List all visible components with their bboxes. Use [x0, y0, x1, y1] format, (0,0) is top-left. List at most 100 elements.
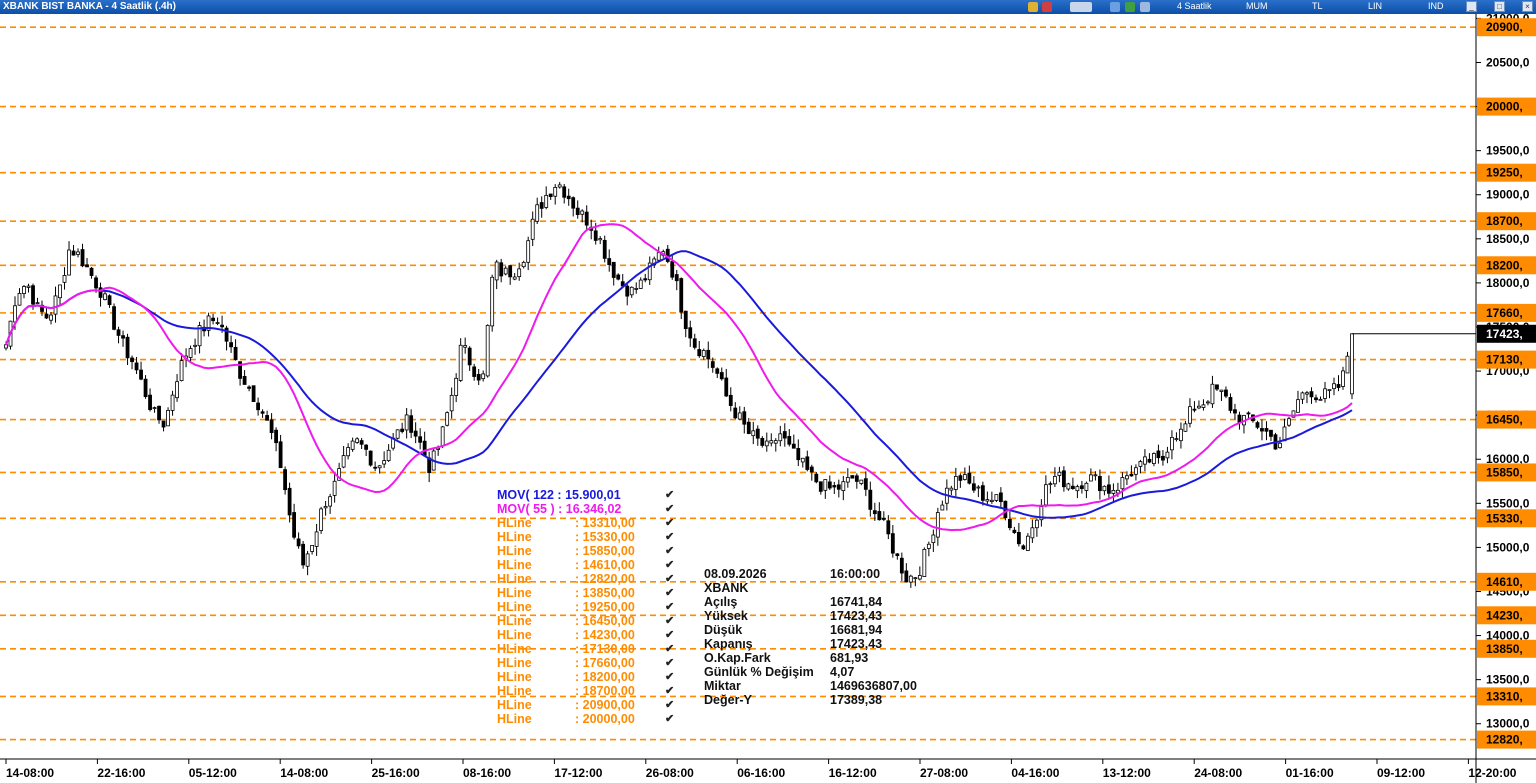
check-icon[interactable]: ✔: [665, 572, 674, 586]
candle-body: [13, 305, 17, 323]
check-icon[interactable]: ✔: [665, 628, 674, 642]
check-icon[interactable]: ✔: [665, 502, 674, 516]
legend-hline-name: HLine: [497, 614, 532, 628]
check-icon[interactable]: ✔: [665, 488, 674, 502]
legend-hline-name: HLine: [497, 600, 532, 614]
legend-hline-row[interactable]: HLine: 15850,00 ✔: [497, 544, 674, 558]
check-icon[interactable]: ✔: [665, 600, 674, 614]
candle-body: [1305, 392, 1309, 395]
ohlc-field-label: Açılış: [704, 595, 738, 609]
hline-label: 17130,: [1486, 353, 1523, 367]
candle-body: [89, 267, 94, 276]
candle-body: [566, 195, 571, 200]
candle-body: [44, 313, 49, 319]
legend-hline-row[interactable]: HLine: 20000,00 ✔: [497, 712, 674, 726]
candle-body: [517, 268, 522, 278]
candle-body: [926, 543, 931, 549]
candle-body: [728, 394, 733, 406]
candle-body: [161, 420, 166, 428]
candle-body: [1336, 384, 1341, 388]
candle-body: [697, 349, 702, 357]
legend-hline-row[interactable]: HLine: 18200,00 ✔: [497, 670, 674, 684]
candle-body: [4, 344, 8, 349]
legend-hline-value: : 19250,00: [575, 600, 635, 614]
ohlc-field-value: 1469636807,00: [830, 679, 917, 693]
candle-body: [296, 538, 301, 547]
legend-hline-row[interactable]: HLine: 13310,00 ✔: [497, 516, 674, 530]
scale-select[interactable]: LIN: [1368, 1, 1382, 11]
check-icon[interactable]: ✔: [665, 656, 674, 670]
settings-icon[interactable]: [1140, 2, 1150, 12]
legend-hline-row[interactable]: HLine: 16450,00 ✔: [497, 614, 674, 628]
legend-hline-row[interactable]: HLine: 17660,00 ✔: [497, 656, 674, 670]
candle-body: [494, 261, 499, 281]
legend-hline-row[interactable]: HLine: 15330,00 ✔: [497, 530, 674, 544]
candle-body: [967, 472, 972, 484]
candle-body: [719, 372, 724, 380]
candle-body: [629, 286, 634, 296]
y-tick-label: 19000,0: [1486, 188, 1530, 202]
candle-body: [26, 285, 31, 288]
check-icon[interactable]: ✔: [665, 642, 674, 656]
candle-body: [112, 306, 116, 330]
candle-body: [800, 457, 805, 463]
check-icon[interactable]: ✔: [665, 558, 674, 572]
legend-hline-row[interactable]: HLine: 18700,00 ✔: [497, 684, 674, 698]
candle-body: [1084, 482, 1089, 491]
legend-hline-row[interactable]: HLine: 17130,00 ✔: [497, 642, 674, 656]
legend-mov55[interactable]: MOV( 55 ) : 16.346,02 ✔: [497, 502, 674, 516]
check-icon[interactable]: ✔: [665, 684, 674, 698]
candle-body: [1332, 383, 1336, 390]
candle-body: [508, 265, 513, 278]
check-icon[interactable]: ✔: [665, 586, 674, 600]
draw-icon[interactable]: [1042, 2, 1052, 12]
zoom-icon[interactable]: [1110, 2, 1120, 12]
check-icon[interactable]: ✔: [665, 614, 674, 628]
minimize-button[interactable]: _: [1466, 1, 1477, 12]
legend-hline-row[interactable]: HLine: 14230,00 ✔: [497, 628, 674, 642]
candle-body: [1034, 519, 1039, 529]
ohlc-field-label: Değer-Y: [704, 693, 752, 707]
y-tick-label: 18000,0: [1486, 276, 1530, 290]
check-icon[interactable]: ✔: [665, 670, 674, 684]
chart-icon[interactable]: [1028, 2, 1038, 12]
x-tick-label: 25-16:00: [372, 766, 420, 780]
candle-body: [152, 407, 157, 409]
candle-body: [170, 394, 175, 411]
legend-hline-row[interactable]: HLine: 13850,00 ✔: [497, 586, 674, 600]
close-button[interactable]: ×: [1522, 1, 1533, 12]
candle-body: [571, 197, 576, 209]
check-icon[interactable]: ✔: [665, 712, 674, 726]
candle-body: [868, 489, 873, 510]
maximize-button[interactable]: □: [1494, 1, 1505, 12]
candle-body: [418, 436, 423, 443]
ohlc-field-value: 16741,84: [830, 595, 883, 609]
candle-body: [1197, 405, 1201, 409]
legend-hline-value: : 14610,00: [575, 558, 635, 572]
candle-body: [904, 570, 909, 583]
candle-body: [1152, 453, 1156, 464]
title-bar: XBANK BIST BANKA - 4 Saatlik (.4h) 4 Saa…: [0, 0, 1536, 14]
candle-body: [611, 261, 616, 278]
candle-body: [715, 368, 720, 374]
currency-select[interactable]: TL: [1312, 1, 1323, 11]
legend-hline-row[interactable]: HLine: 14610,00 ✔: [497, 558, 674, 572]
ohlc-field-value: 17423,43: [830, 637, 883, 651]
ohlc-row: Kapanış 17423,43: [704, 637, 882, 651]
period-select[interactable]: 4 Saatlik: [1177, 1, 1212, 11]
candle-body: [85, 264, 89, 268]
legend-mov122[interactable]: MOV( 122 : 15.900,01 ✔: [497, 488, 674, 502]
legend-hline-row[interactable]: HLine: 20900,00 ✔: [497, 698, 674, 712]
template-icon[interactable]: [1070, 2, 1092, 12]
legend-hline-row[interactable]: HLine : 19250,00 ✔: [497, 600, 674, 614]
chart-type-select[interactable]: MUM: [1246, 1, 1268, 11]
refresh-icon[interactable]: [1125, 2, 1135, 12]
indicator-select[interactable]: IND: [1428, 1, 1444, 11]
legend-hline-row[interactable]: HLine: 12820,00 ✔: [497, 572, 674, 586]
ohlc-row: Yüksek 17423,43: [704, 609, 882, 623]
candle-body: [62, 275, 67, 283]
check-icon[interactable]: ✔: [665, 544, 674, 558]
check-icon[interactable]: ✔: [665, 516, 674, 530]
check-icon[interactable]: ✔: [665, 698, 674, 712]
check-icon[interactable]: ✔: [665, 530, 674, 544]
